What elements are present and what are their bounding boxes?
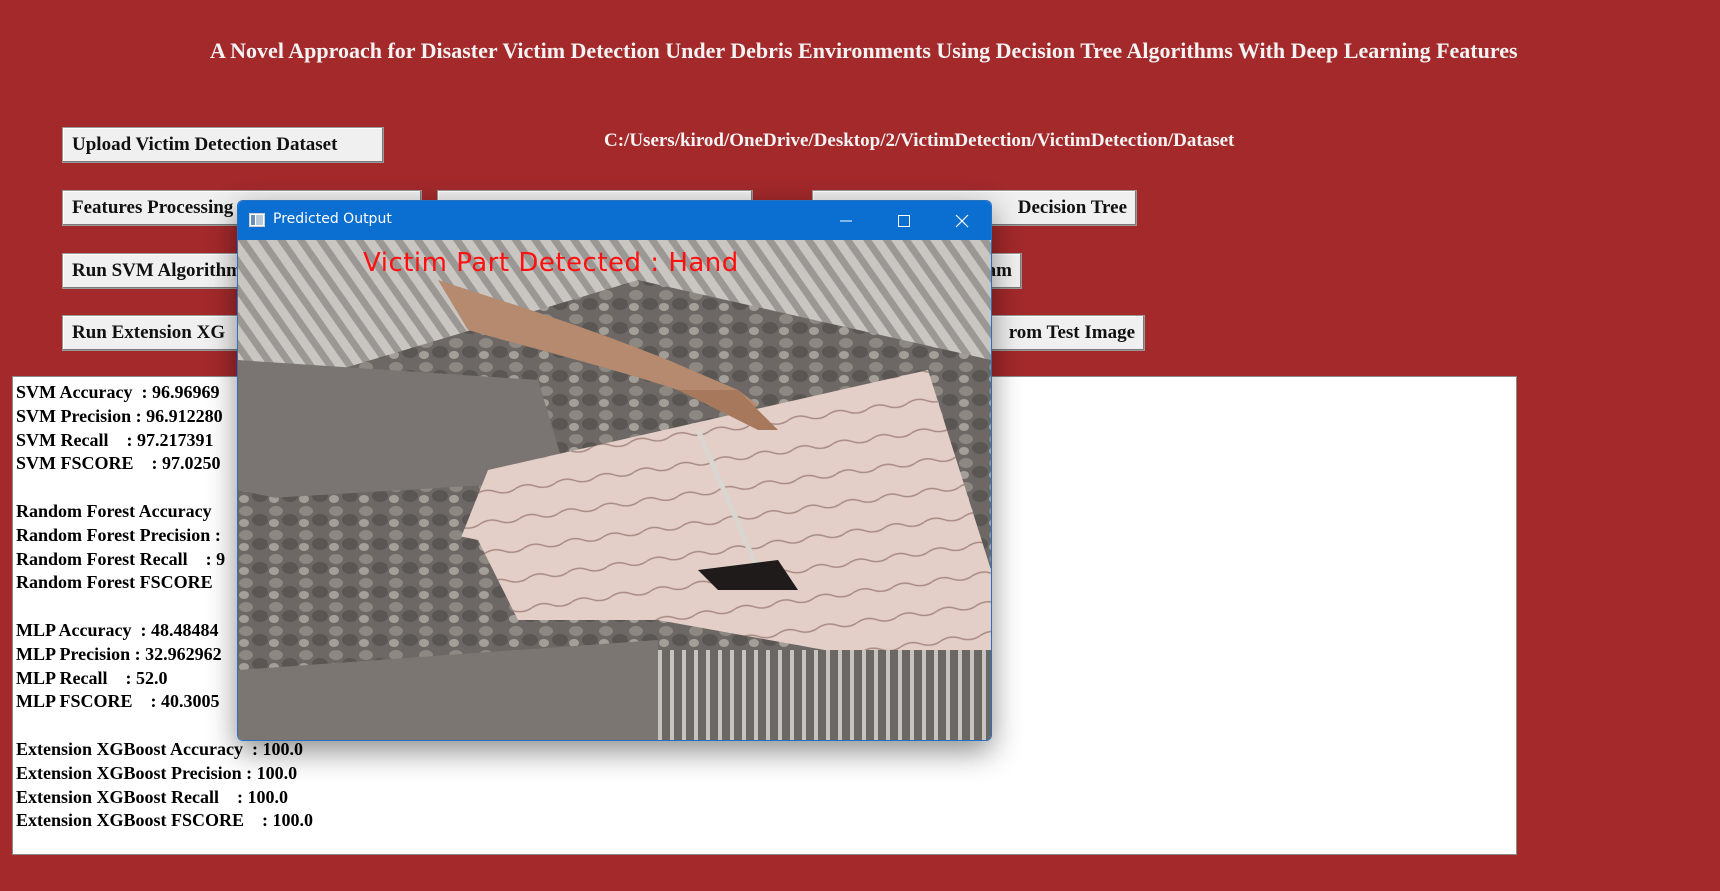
window-titlebar[interactable]: Predicted Output xyxy=(238,201,991,240)
result-line: Extension XGBoost Precision : 100.0 xyxy=(16,762,298,783)
close-button[interactable] xyxy=(933,201,991,240)
debris-photo xyxy=(238,240,991,740)
detection-label: Victim Part Detected : Hand xyxy=(363,248,739,278)
minimize-button[interactable] xyxy=(817,201,875,240)
predicted-image: Victim Part Detected : Hand xyxy=(238,240,991,740)
dataset-path-label: C:/Users/kirod/OneDrive/Desktop/2/Victim… xyxy=(604,130,1235,151)
maximize-icon xyxy=(898,214,910,227)
close-icon xyxy=(955,214,969,227)
result-line: Extension XGBoost FSCORE : 100.0 xyxy=(16,810,314,831)
predicted-output-window[interactable]: Predicted Output Victim Part Detected: … xyxy=(237,200,992,741)
run-extension-xgboost-button[interactable]: Run Extension XG xyxy=(62,315,262,351)
window-app-icon xyxy=(249,213,265,227)
minimize-icon xyxy=(840,220,852,221)
app-title: A Novel Approach for Disaster Victim Det… xyxy=(210,38,1518,63)
result-line: Extension XGBoost Recall : 100.0 xyxy=(16,786,288,807)
window-title: Predicted Output xyxy=(273,211,392,227)
result-line: Extension XGBoost Accuracy : 100.0 xyxy=(16,738,303,759)
maximize-button[interactable] xyxy=(875,201,933,240)
run-svm-button[interactable]: Run SVM Algorithm xyxy=(62,253,262,289)
upload-dataset-button[interactable]: Upload Victim Detection Dataset xyxy=(62,127,384,163)
